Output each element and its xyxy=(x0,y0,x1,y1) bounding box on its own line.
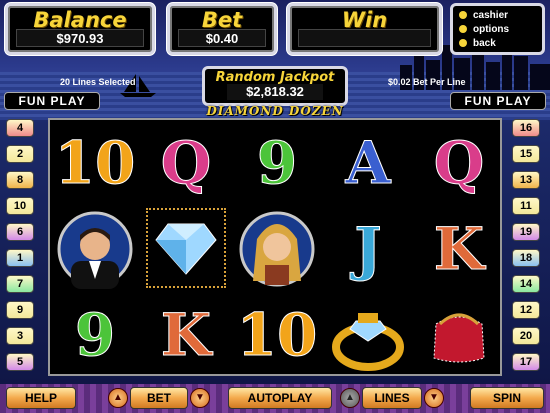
bet-panel: Bet $0.40 xyxy=(167,3,277,55)
bet-per-line-text: $0.02 Bet Per Line xyxy=(388,77,466,87)
bet-value: $0.40 xyxy=(178,29,266,47)
reel-symbol-k: K xyxy=(141,292,231,378)
reel-symbol-a: A xyxy=(323,120,413,206)
line-button[interactable]: 4 xyxy=(6,119,34,137)
reel-area: 10 9 Q K 9 10 A J Q K xyxy=(48,118,502,376)
symbol-label: A xyxy=(345,129,391,197)
symbol-label: 9 xyxy=(74,301,116,369)
fun-play-left: FUN PLAY xyxy=(4,92,100,110)
spin-button[interactable]: SPIN xyxy=(470,387,544,409)
line-button[interactable]: 15 xyxy=(512,145,540,163)
bet-down-icon[interactable]: ▼ xyxy=(190,388,210,408)
line-button[interactable]: 19 xyxy=(512,223,540,241)
reel-symbol-purse xyxy=(414,292,504,378)
reel-symbol-9: 9 xyxy=(50,292,140,378)
reel-symbol-q: Q xyxy=(414,120,504,206)
menu-cashier-label: cashier xyxy=(473,9,509,21)
bet-up-icon[interactable]: ▲ xyxy=(108,388,128,408)
bullet-icon xyxy=(459,39,467,47)
symbol-label: K xyxy=(433,215,485,283)
line-button[interactable]: 10 xyxy=(6,197,34,215)
menu-back[interactable]: back xyxy=(459,36,536,50)
cashier-icon xyxy=(459,11,467,19)
jackpot-label: Random Jackpot xyxy=(215,70,335,85)
reel-symbol-9: 9 xyxy=(232,120,322,206)
menu-panel: cashier options back xyxy=(450,3,545,55)
autoplay-button[interactable]: AUTOPLAY xyxy=(228,387,332,409)
reel-symbol-10: 10 xyxy=(50,120,140,206)
line-button[interactable]: 14 xyxy=(512,275,540,293)
line-button[interactable]: 16 xyxy=(512,119,540,137)
woman-symbol-icon xyxy=(239,211,315,287)
reel-symbol-man xyxy=(50,206,140,292)
reel-symbol-diamond xyxy=(146,208,226,288)
reel-symbol-k: K xyxy=(414,206,504,292)
line-button[interactable]: 12 xyxy=(512,301,540,319)
purse-symbol-icon xyxy=(433,313,485,363)
man-symbol-icon xyxy=(57,211,133,289)
line-button[interactable]: 5 xyxy=(6,353,34,371)
line-button[interactable]: 9 xyxy=(6,301,34,319)
line-button[interactable]: 13 xyxy=(512,171,540,189)
line-button[interactable]: 1 xyxy=(6,249,34,267)
symbol-label: J xyxy=(354,215,382,283)
lines-up-icon[interactable]: ▲ xyxy=(340,388,360,408)
win-panel: Win xyxy=(287,3,442,55)
menu-options-label: options xyxy=(473,23,510,35)
bullet-icon xyxy=(459,25,467,33)
symbol-label: Q xyxy=(433,129,485,197)
reel-symbol-j: J xyxy=(323,206,413,292)
menu-back-label: back xyxy=(473,37,496,49)
fun-play-right: FUN PLAY xyxy=(450,92,546,110)
line-button[interactable]: 3 xyxy=(6,327,34,345)
win-value xyxy=(298,29,431,47)
line-button[interactable]: 18 xyxy=(512,249,540,267)
help-button[interactable]: HELP xyxy=(6,387,76,409)
symbol-label: 10 xyxy=(236,301,318,369)
bet-button[interactable]: BET xyxy=(130,387,188,409)
line-button[interactable]: 17 xyxy=(512,353,540,371)
line-button[interactable]: 7 xyxy=(6,275,34,293)
menu-cashier[interactable]: cashier xyxy=(459,8,536,22)
balance-value: $970.93 xyxy=(16,29,144,47)
jackpot-value: $2,818.32 xyxy=(227,84,323,100)
symbol-label: 10 xyxy=(54,129,136,197)
line-button[interactable]: 20 xyxy=(512,327,540,345)
lines-down-icon[interactable]: ▼ xyxy=(424,388,444,408)
line-button[interactable]: 11 xyxy=(512,197,540,215)
menu-options[interactable]: options xyxy=(459,22,536,36)
line-button[interactable]: 2 xyxy=(6,145,34,163)
reel-symbol-q: Q xyxy=(141,120,231,206)
reel-symbol-woman xyxy=(232,206,322,292)
reel-symbol-ring xyxy=(323,292,413,378)
reel-symbol-10: 10 xyxy=(232,292,322,378)
symbol-label: K xyxy=(160,301,212,369)
ring-symbol-icon xyxy=(332,313,404,371)
diamond-symbol-icon xyxy=(155,223,217,275)
lines-button[interactable]: LINES xyxy=(362,387,422,409)
symbol-label: Q xyxy=(160,129,212,197)
random-jackpot-panel: Random Jackpot $2,818.32 xyxy=(202,66,348,106)
balance-panel: Balance $970.93 xyxy=(5,3,155,55)
symbol-label: 9 xyxy=(256,129,298,197)
line-button[interactable]: 6 xyxy=(6,223,34,241)
line-button[interactable]: 8 xyxy=(6,171,34,189)
lines-selected-text: 20 Lines Selected xyxy=(60,77,136,87)
